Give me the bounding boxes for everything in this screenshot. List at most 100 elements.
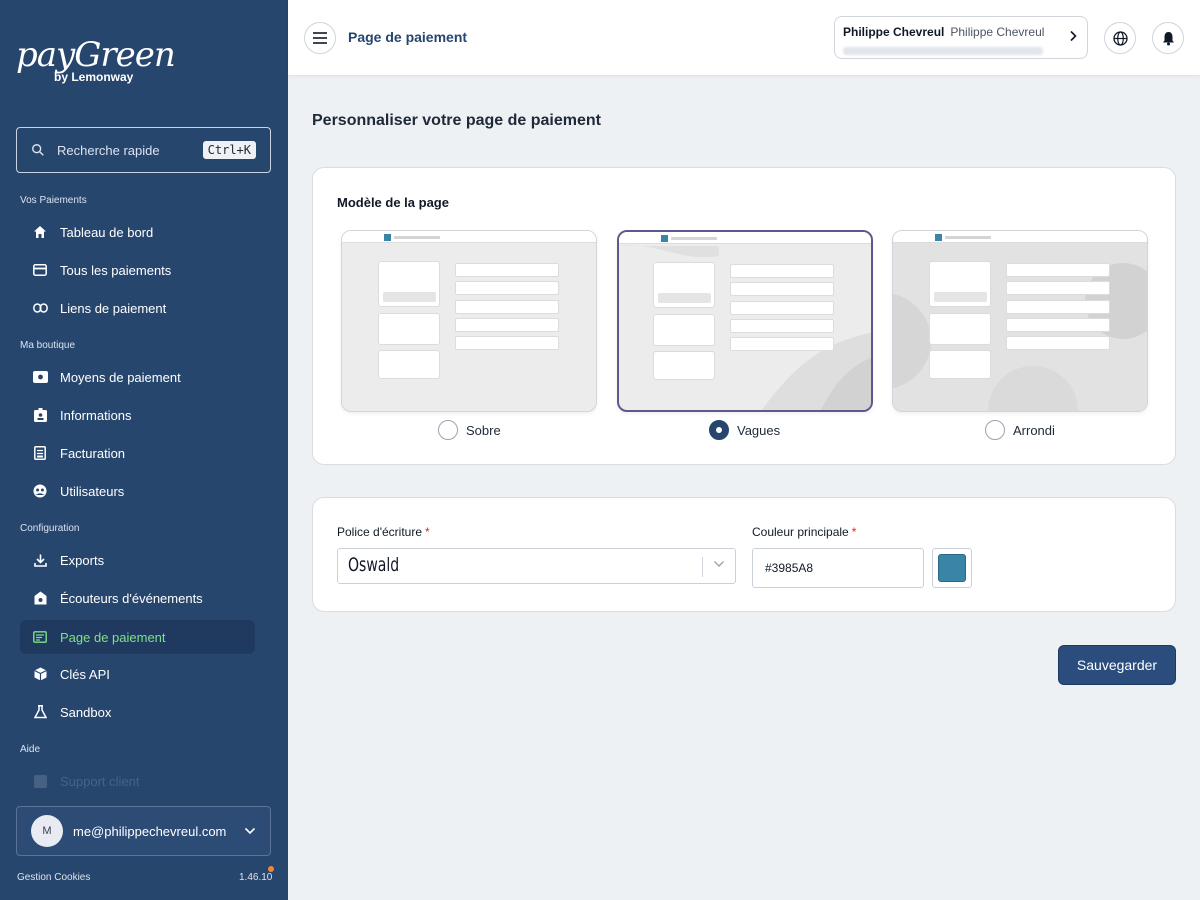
sidebar-item-tableau-de-bord[interactable]: Tableau de bord (20, 215, 255, 249)
preview-row (455, 300, 559, 314)
account-name-secondary: Philippe Chevreul (950, 25, 1045, 39)
menu-toggle-button[interactable] (304, 22, 336, 54)
sidebar-item-tous-les-paiements[interactable]: Tous les paiements (20, 253, 255, 287)
radio-button[interactable] (709, 420, 729, 440)
page-title-header: Page de paiement (348, 29, 468, 45)
flask-icon (32, 704, 48, 720)
font-label-text: Police d'écriture (337, 525, 422, 539)
paygreen-logo[interactable]: payGreen by Lemonway (16, 35, 176, 84)
section-aide: Aide (20, 744, 41, 755)
color-label-text: Couleur principale (752, 525, 849, 539)
card-icon (32, 262, 48, 278)
preview-block (929, 350, 991, 379)
notifications-button[interactable] (1152, 22, 1184, 54)
language-button[interactable] (1104, 22, 1136, 54)
template-radio-arrondi[interactable]: Arrondi (985, 420, 1055, 440)
chevron-down-icon (244, 827, 256, 835)
preview-block (653, 314, 715, 346)
user-email: me@philippechevreul.com (73, 823, 227, 839)
preview-row (1006, 336, 1110, 350)
preview-row (1006, 300, 1110, 314)
cube-icon (32, 666, 48, 682)
sidebar-item-cles-api[interactable]: Clés API (20, 657, 255, 691)
radio-button[interactable] (438, 420, 458, 440)
section-configuration: Configuration (20, 523, 80, 534)
template-card: Modèle de la page Sobre Vagues Arrondi (312, 167, 1176, 465)
quick-search[interactable]: Recherche rapide Ctrl+K (16, 127, 271, 173)
template-label: Vagues (737, 422, 781, 438)
sidebar-item-label: Tous les paiements (60, 262, 172, 278)
sidebar-item-informations[interactable]: Informations (20, 398, 255, 432)
preview-block (378, 350, 440, 379)
section-vos-paiements: Vos Paiements (20, 195, 87, 206)
support-icon (32, 773, 48, 789)
preview-row (455, 336, 559, 350)
font-select[interactable]: Oswald (337, 548, 736, 584)
search-placeholder: Recherche rapide (57, 142, 160, 158)
link-icon (32, 300, 48, 316)
sidebar-item-ecouteurs-evenements[interactable]: Écouteurs d'événements (20, 581, 255, 615)
page-title: Personnaliser votre page de paiement (312, 112, 601, 129)
wallet-icon (32, 369, 48, 385)
search-icon (32, 144, 44, 156)
preview-block (653, 262, 715, 308)
sidebar-item-label: Facturation (60, 445, 126, 461)
sidebar-item-label: Tableau de bord (60, 224, 154, 240)
section-ma-boutique: Ma boutique (20, 340, 76, 351)
home-icon (32, 224, 48, 240)
sidebar-item-liens-de-paiement[interactable]: Liens de paiement (20, 291, 255, 325)
template-preview-arrondi[interactable] (892, 230, 1148, 412)
sidebar-item-label: Clés API (60, 666, 110, 682)
sidebar-item-utilisateurs[interactable]: Utilisateurs (20, 474, 255, 508)
users-icon (32, 483, 48, 499)
user-menu[interactable]: M me@philippechevreul.com (16, 806, 271, 856)
preview-row (730, 301, 834, 315)
sidebar-item-label: Utilisateurs (60, 483, 125, 499)
font-field-label: Police d'écriture * (337, 525, 430, 539)
template-preview-sobre[interactable] (341, 230, 597, 412)
preview-row (1006, 263, 1110, 277)
receipt-icon (32, 445, 48, 461)
sidebar-item-page-de-paiement[interactable]: Page de paiement (20, 620, 255, 654)
color-field-label: Couleur principale * (752, 525, 856, 539)
logo-text: payGreen (16, 35, 176, 75)
sidebar-item-label: Exports (60, 552, 105, 568)
preview-block (929, 261, 991, 307)
preview-row (730, 282, 834, 296)
globe-icon (1112, 30, 1128, 46)
hamburger-icon (313, 32, 327, 44)
save-button[interactable]: Sauvegarder (1058, 645, 1176, 685)
webhook-icon (32, 590, 48, 606)
preview-row (1006, 281, 1110, 295)
sidebar-item-label: Écouteurs d'événements (60, 590, 203, 606)
preview-block (378, 261, 440, 307)
preview-row (1006, 318, 1110, 332)
sidebar-item-support-client[interactable]: Support client (20, 764, 255, 798)
template-radio-vagues[interactable]: Vagues (709, 420, 780, 440)
preview-topbar (893, 231, 1147, 243)
preview-row (730, 319, 834, 333)
cookie-settings-link[interactable]: Gestion Cookies (17, 872, 90, 883)
sidebar-item-exports[interactable]: Exports (20, 543, 255, 577)
template-radio-sobre[interactable]: Sobre (438, 420, 501, 440)
sidebar-item-sandbox[interactable]: Sandbox (20, 695, 255, 729)
radio-button[interactable] (985, 420, 1005, 440)
color-swatch (938, 554, 966, 582)
sidebar-item-facturation[interactable]: Facturation (20, 436, 255, 470)
required-mark: * (425, 525, 430, 539)
sidebar-item-moyens-de-paiement[interactable]: Moyens de paiement (20, 360, 255, 394)
select-separator (702, 557, 703, 577)
font-select-value: Oswald (348, 554, 400, 576)
chevron-right-icon (1070, 30, 1077, 42)
template-card-title: Modèle de la page (337, 195, 449, 210)
avatar: M (31, 815, 63, 847)
account-switcher[interactable]: Philippe Chevreul Philippe Chevreul (834, 16, 1088, 59)
preview-row (455, 318, 559, 332)
color-picker-button[interactable] (932, 548, 972, 588)
sidebar: payGreen by Lemonway Recherche rapide Ct… (0, 0, 288, 900)
template-preview-vagues[interactable] (617, 230, 873, 412)
search-shortcut: Ctrl+K (202, 141, 256, 159)
preview-row (455, 263, 559, 277)
color-hex-input[interactable]: #3985A8 (752, 548, 924, 588)
color-hex-value: #3985A8 (765, 561, 814, 575)
